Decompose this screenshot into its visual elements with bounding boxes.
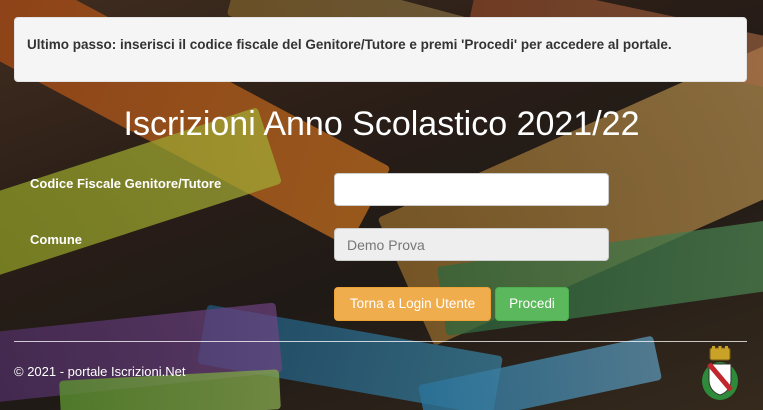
codice-fiscale-label: Codice Fiscale Genitore/Tutore bbox=[30, 176, 222, 191]
comune-field bbox=[334, 228, 609, 261]
municipal-crest-icon bbox=[702, 346, 738, 400]
proceed-button[interactable]: Procedi bbox=[495, 287, 569, 321]
back-to-login-button[interactable]: Torna a Login Utente bbox=[334, 287, 491, 321]
footer-copyright: © 2021 - portale Iscrizioni.Net bbox=[14, 364, 186, 379]
instruction-notice-text: Ultimo passo: inserisci il codice fiscal… bbox=[27, 37, 672, 52]
codice-fiscale-input[interactable] bbox=[334, 173, 609, 206]
page-title: Iscrizioni Anno Scolastico 2021/22 bbox=[123, 105, 640, 143]
instruction-notice: Ultimo passo: inserisci il codice fiscal… bbox=[14, 17, 747, 82]
comune-label: Comune bbox=[30, 232, 82, 247]
footer-divider bbox=[14, 341, 747, 342]
